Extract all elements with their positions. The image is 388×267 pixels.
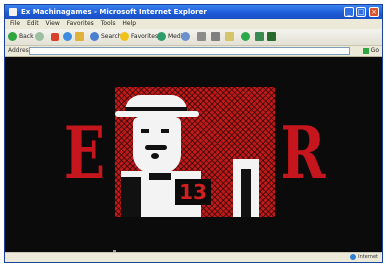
favorites-label: Favorites: [131, 33, 159, 40]
security-zone: Internet: [350, 253, 378, 262]
media-icon: [157, 32, 166, 41]
right-eye: [161, 129, 169, 133]
hero-artwork[interactable]: 13: [115, 87, 275, 217]
favorites-button[interactable]: Favorites: [120, 32, 158, 42]
go-arrow-icon: [362, 47, 369, 54]
title-letter-right: R: [280, 110, 326, 195]
home-button[interactable]: [75, 32, 86, 42]
back-label: Back: [19, 33, 34, 40]
number-badge: 13: [175, 179, 211, 205]
messenger-button[interactable]: [255, 32, 266, 42]
stop-button[interactable]: [51, 32, 61, 42]
mustache: [145, 145, 167, 150]
menu-view[interactable]: View: [46, 20, 60, 27]
edit-icon: [225, 32, 234, 41]
status-bar: Internet: [5, 252, 382, 262]
close-button[interactable]: ×: [369, 7, 379, 17]
forward-button[interactable]: [35, 32, 46, 42]
menu-help[interactable]: Help: [122, 20, 136, 27]
mail-button[interactable]: [197, 32, 208, 42]
title-bar[interactable]: Ex Machinagames - Microsoft Internet Exp…: [5, 5, 382, 19]
hat-band: [125, 107, 187, 111]
messenger-icon: [255, 32, 264, 41]
internet-zone-icon: [350, 253, 357, 260]
extra-icon: [267, 32, 276, 41]
address-bar: Address Go: [5, 46, 382, 57]
stop-icon: [51, 32, 59, 41]
home-icon: [75, 32, 84, 41]
page-header-text: [5, 57, 382, 62]
dark-coat: [121, 177, 141, 217]
address-input[interactable]: [29, 47, 350, 55]
search-label: Search: [101, 33, 122, 40]
back-button[interactable]: Back: [8, 32, 34, 42]
discuss-icon: [241, 32, 250, 41]
forward-icon: [35, 32, 44, 41]
maximize-button[interactable]: □: [356, 7, 366, 17]
edit-button[interactable]: [225, 32, 236, 42]
second-figure: [233, 159, 259, 217]
mail-icon: [197, 32, 206, 41]
history-button[interactable]: [181, 32, 192, 42]
zone-label: Internet: [358, 254, 378, 260]
left-eye: [141, 129, 149, 133]
bow-tie: [149, 173, 171, 180]
standard-toolbar: Back Search Favorites Media: [5, 29, 382, 46]
browser-window: Ex Machinagames - Microsoft Internet Exp…: [4, 4, 383, 263]
title-letter-left: E: [63, 110, 106, 195]
second-figure-shadow: [241, 169, 251, 217]
go-label: Go: [370, 47, 379, 54]
favorites-icon: [120, 32, 129, 41]
extra-button[interactable]: [267, 32, 278, 42]
search-button[interactable]: Search: [90, 32, 122, 42]
refresh-button[interactable]: [63, 32, 74, 42]
refresh-icon: [63, 32, 72, 41]
page-content: E R 13: [5, 57, 382, 253]
print-button[interactable]: [211, 32, 222, 42]
ie-app-icon: [9, 8, 17, 16]
menu-tools[interactable]: Tools: [101, 20, 116, 27]
menu-edit[interactable]: Edit: [27, 20, 39, 27]
menu-favorites[interactable]: Favorites: [67, 20, 94, 27]
discuss-button[interactable]: [241, 32, 252, 42]
menu-bar: File Edit View Favorites Tools Help: [5, 19, 382, 29]
back-icon: [8, 32, 17, 41]
print-icon: [211, 32, 220, 41]
menu-file[interactable]: File: [10, 20, 20, 27]
window-title: Ex Machinagames - Microsoft Internet Exp…: [21, 8, 207, 16]
minimize-button[interactable]: _: [344, 7, 354, 17]
mouth: [151, 153, 159, 159]
history-icon: [181, 32, 190, 41]
search-icon: [90, 32, 99, 41]
go-button[interactable]: Go: [353, 47, 379, 55]
